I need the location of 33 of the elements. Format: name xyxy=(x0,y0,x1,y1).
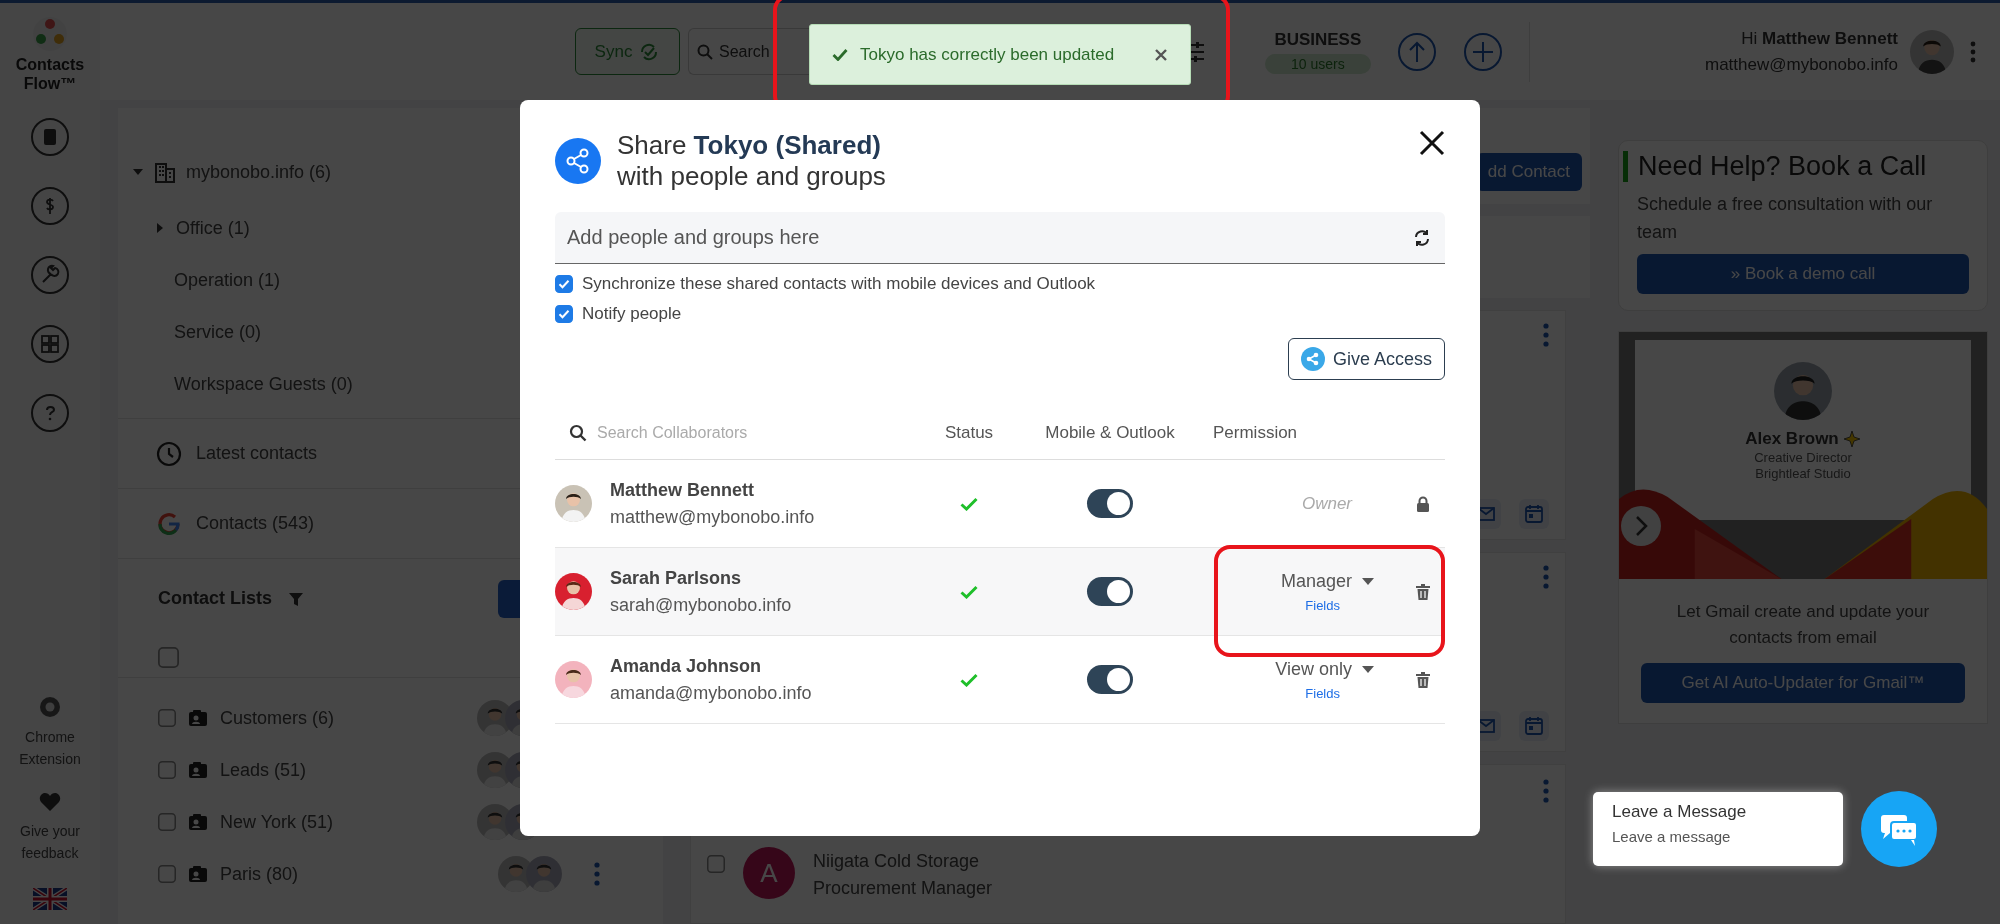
option-label[interactable]: Notify people xyxy=(582,304,682,324)
collaborator-email: matthew@mybonobo.info xyxy=(610,506,815,528)
message-bubble[interactable]: Leave a Message Leave a message xyxy=(1593,792,1843,866)
permission-dropdown[interactable]: View only xyxy=(1275,658,1374,680)
fields-link[interactable]: Fields xyxy=(1305,597,1340,613)
plan-name: BUSINESS xyxy=(1274,29,1362,50)
option-label[interactable]: Synchronize these shared contacts with mobile devices and Outlook xyxy=(582,274,1096,294)
collaborator-email: amanda@mybonobo.info xyxy=(610,682,812,704)
collaborator-search-field[interactable]: Search Collaborators xyxy=(555,423,914,442)
permission-dropdown[interactable]: Manager xyxy=(1280,570,1374,592)
greeting-text: Hi Matthew Bennett xyxy=(1741,28,1898,49)
collaborator-row[interactable]: Sarah Parlsons sarah@mybonobo.info Manager Fields xyxy=(555,548,1445,636)
column-header: Mobile & Outlook xyxy=(1044,422,1176,443)
chat-subtitle: Leave a message xyxy=(1612,828,1732,845)
add-people-field[interactable]: Add people and groups here xyxy=(555,212,1445,264)
collaborator-row[interactable]: Amanda Johnson amanda@mybonobo.info View only Fields xyxy=(555,636,1445,724)
app-logo-text: Contacts Flow™ xyxy=(14,55,86,93)
card-name: Alex Brown xyxy=(1745,429,1839,449)
column-header: Permission xyxy=(1212,422,1299,443)
collaborator-name: Amanda Johnson xyxy=(610,655,762,677)
user-email: matthew@mybonobo.info xyxy=(1704,54,1898,75)
collaborator-name: Sarah Parlsons xyxy=(610,567,743,589)
dialog-title: Share Tokyo (Shared) xyxy=(617,130,882,161)
collaborator-name: Matthew Bennett xyxy=(610,479,755,501)
owner-label: Owner xyxy=(1301,493,1354,514)
collaborator-email: sarah@mybonobo.info xyxy=(610,594,792,616)
section-title: Contact Lists xyxy=(158,588,272,609)
fields-link[interactable]: Fields xyxy=(1305,685,1340,701)
dialog-subtitle: with people and groups xyxy=(617,161,886,192)
give-access-button[interactable]: Give Access xyxy=(1287,338,1445,380)
toast-message: Tokyo has correctly been updated xyxy=(860,44,1115,65)
column-header: Status xyxy=(943,422,995,443)
chat-title: Leave a Message xyxy=(1612,802,1748,822)
